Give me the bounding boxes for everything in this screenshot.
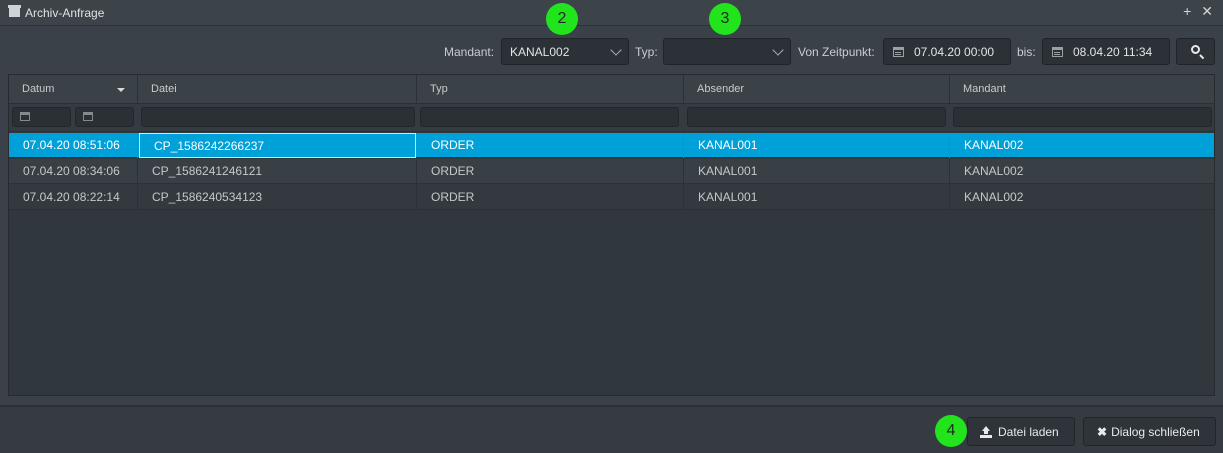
column-header-datei[interactable]: Datei	[138, 75, 417, 104]
cell-mandant: KANAL002	[964, 164, 1024, 178]
close-icon: ✖	[1097, 424, 1108, 439]
datum-from-filter[interactable]	[12, 107, 71, 127]
column-header-absender[interactable]: Absender	[684, 75, 950, 104]
cell-datei: CP_1586241246121	[138, 159, 417, 184]
annotation-badge: 3	[709, 3, 741, 35]
archive-table: Datum Datei Typ Absender Mandant 07.04.2…	[8, 74, 1215, 396]
dialog-schliessen-label: Dialog schließen	[1111, 424, 1200, 439]
cell-typ: ORDER	[417, 185, 684, 210]
bis-value: 08.04.20 11:34	[1073, 44, 1153, 59]
chevron-down-icon	[610, 44, 622, 56]
column-header-typ[interactable]: Typ	[417, 75, 684, 104]
typ-select[interactable]	[663, 38, 791, 65]
window-title: Archiv-Anfrage	[25, 5, 105, 20]
table-row[interactable]: 07.04.20 08:22:14 CP_1586240534123 ORDER…	[9, 185, 1214, 210]
sort-desc-icon	[117, 88, 125, 92]
cell-typ: ORDER	[417, 133, 684, 158]
filter-row	[9, 104, 1214, 132]
table-row[interactable]: 07.04.20 08:34:06 CP_1586241246121 ORDER…	[9, 159, 1214, 184]
cell-absender: KANAL001	[684, 185, 950, 210]
filter-toolbar: Mandant: KANAL002 Typ: Von Zeitpunkt: 07…	[0, 27, 1223, 73]
calendar-icon	[20, 112, 30, 121]
mandant-select-value: KANAL002	[510, 44, 570, 59]
bis-label: bis:	[1017, 45, 1036, 59]
window-icon	[8, 5, 21, 17]
window-titlebar: Archiv-Anfrage + ✕	[0, 0, 1223, 26]
column-header-mandant[interactable]: Mandant	[950, 75, 1214, 104]
mandant-select[interactable]: KANAL002	[501, 38, 629, 65]
cell-datei[interactable]: CP_1586242266237	[139, 133, 416, 158]
datei-laden-button[interactable]: Datei laden	[967, 417, 1075, 446]
upload-icon	[980, 425, 992, 438]
cell-absender: KANAL001	[684, 133, 950, 158]
datei-filter-input[interactable]	[141, 107, 415, 127]
cell-datum: 07.04.20 08:51:06	[9, 133, 138, 158]
cell-mandant: KANAL002	[964, 138, 1024, 152]
von-zeitpunkt-label: Von Zeitpunkt:	[798, 45, 875, 59]
add-icon[interactable]: +	[1183, 3, 1191, 20]
calendar-icon[interactable]	[1052, 46, 1063, 57]
cell-datum: 07.04.20 08:34:06	[9, 159, 138, 184]
cell-typ: ORDER	[417, 159, 684, 184]
mandant-filter-input[interactable]	[953, 107, 1212, 127]
calendar-icon	[83, 112, 93, 121]
absender-filter-input[interactable]	[687, 107, 946, 127]
column-header-datum[interactable]: Datum	[9, 75, 138, 104]
column-header-label: Datum	[22, 83, 55, 95]
search-icon	[1191, 45, 1200, 54]
typ-label: Typ:	[635, 45, 658, 59]
cell-datum: 07.04.20 08:22:14	[9, 185, 138, 210]
von-zeitpunkt-value: 07.04.20 00:00	[914, 44, 995, 59]
chevron-down-icon	[772, 44, 784, 56]
datei-laden-label: Datei laden	[998, 424, 1059, 439]
cell-datei: CP_1586240534123	[138, 185, 417, 210]
datum-to-filter[interactable]	[75, 107, 134, 127]
cell-absender: KANAL001	[684, 159, 950, 184]
close-icon[interactable]: ✕	[1201, 3, 1213, 20]
typ-filter-input[interactable]	[420, 107, 679, 127]
von-zeitpunkt-field[interactable]: 07.04.20 00:00	[883, 38, 1011, 65]
table-row[interactable]: 07.04.20 08:51:06 CP_1586242266237 ORDER…	[9, 133, 1214, 158]
annotation-badge: 2	[546, 3, 578, 35]
dialog-footer: 4 Datei laden ✖ Dialog schließen	[0, 405, 1223, 453]
calendar-icon[interactable]	[893, 46, 904, 57]
window-controls: + ✕	[1183, 3, 1213, 20]
cell-mandant: KANAL002	[964, 190, 1024, 204]
dialog-schliessen-button[interactable]: ✖ Dialog schließen	[1083, 417, 1216, 446]
table-header: Datum Datei Typ Absender Mandant	[9, 75, 1214, 104]
mandant-label: Mandant:	[444, 45, 495, 59]
bis-field[interactable]: 08.04.20 11:34	[1042, 38, 1170, 65]
annotation-badge: 4	[935, 415, 967, 447]
search-button[interactable]	[1176, 38, 1215, 65]
